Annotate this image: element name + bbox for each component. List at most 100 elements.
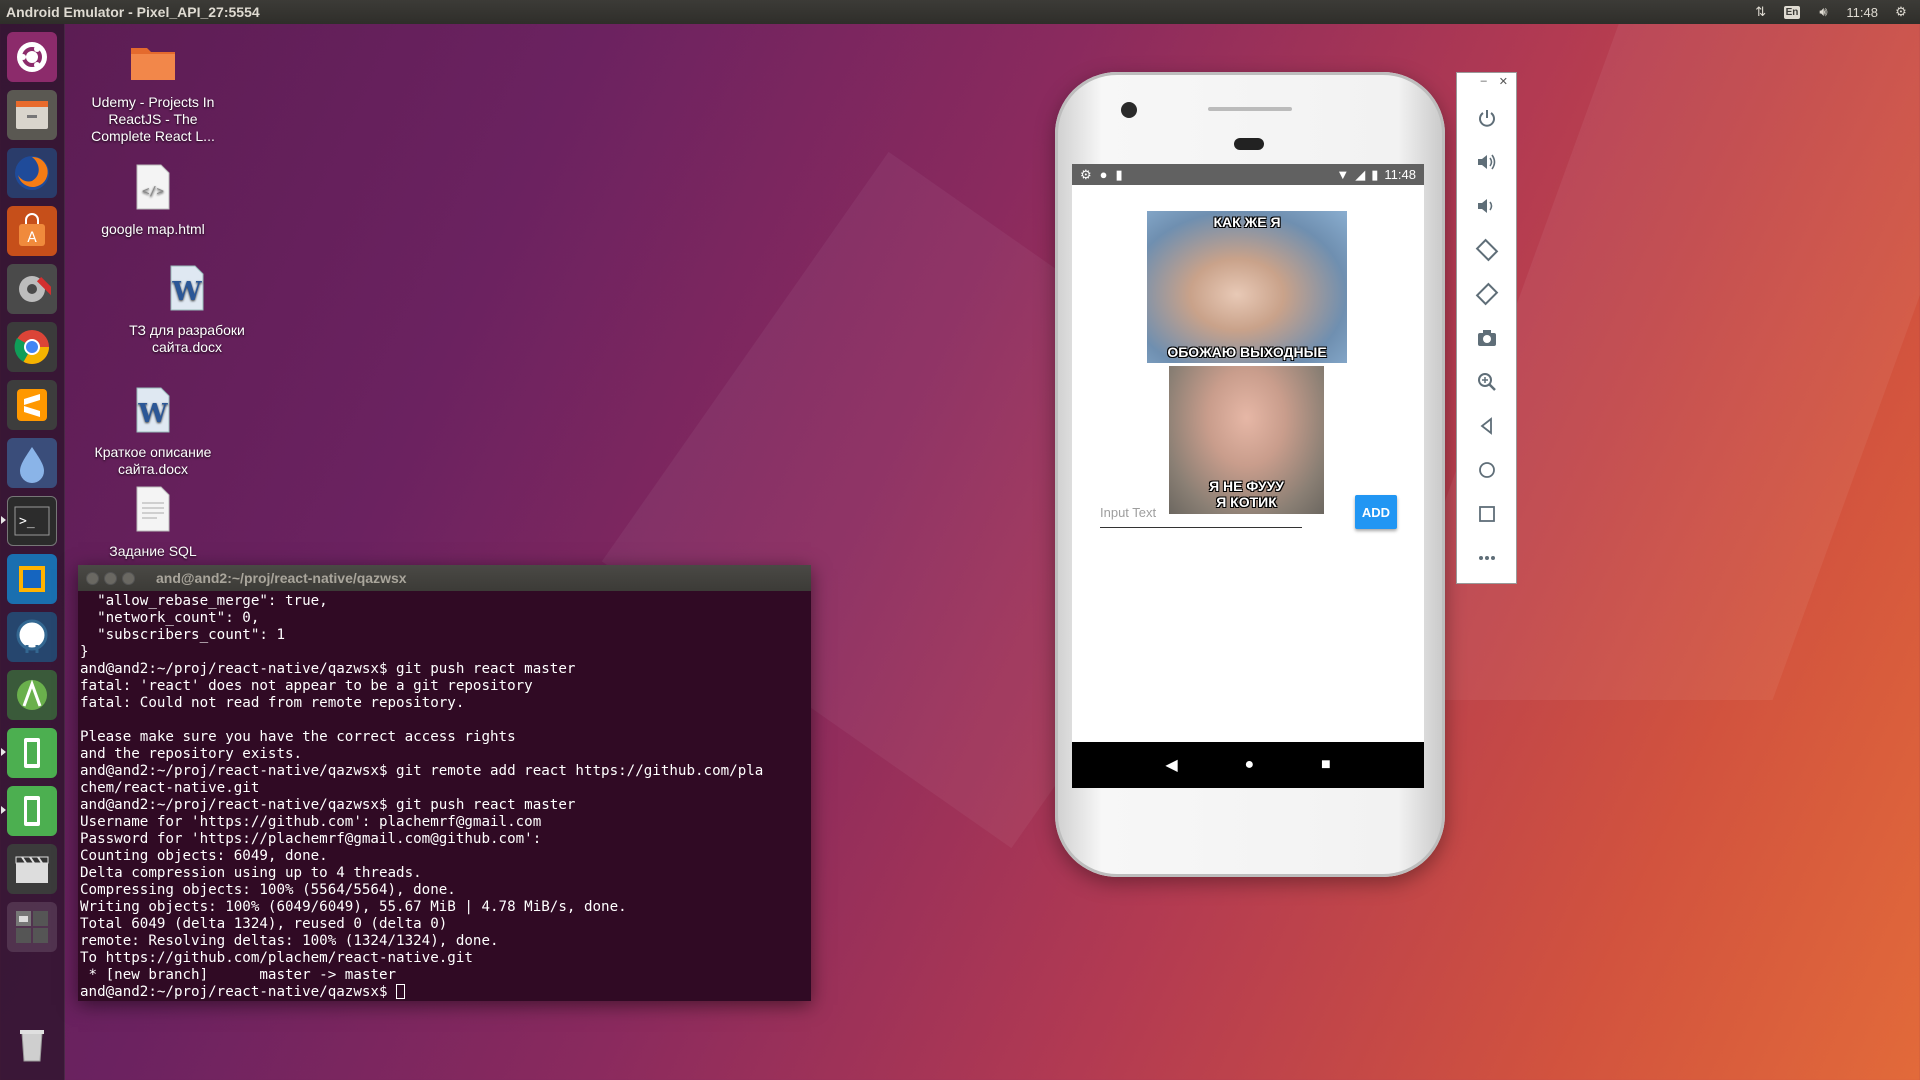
desktop-icon-sql-task[interactable]: Задание SQL xyxy=(88,485,218,560)
dash-home-button[interactable] xyxy=(7,32,57,82)
volume-up-icon xyxy=(1477,154,1495,170)
circle-notification-icon: ● xyxy=(1099,167,1108,182)
trash-launcher-button[interactable] xyxy=(7,1020,57,1070)
desktop-icon-label: google map.html xyxy=(101,221,205,237)
sublime-text-icon xyxy=(17,389,47,421)
maximize-window-button[interactable] xyxy=(122,571,135,585)
running-indicator xyxy=(1,806,6,814)
software-center-launcher-button[interactable]: A xyxy=(7,206,57,256)
firefox-launcher-button[interactable] xyxy=(7,148,57,198)
desktop-icon-udemy-folder[interactable]: Udemy - Projects In ReactJS - The Comple… xyxy=(88,40,218,145)
clock[interactable]: 11:48 xyxy=(1846,5,1878,20)
nav-back-icon[interactable]: ◀ xyxy=(1165,755,1177,775)
terminal-cursor xyxy=(396,984,406,999)
close-window-button[interactable] xyxy=(86,571,99,585)
terminal-line: Password for 'https://plachemrf@gmail.co… xyxy=(80,831,542,847)
settings-gear-icon[interactable]: ⚙ xyxy=(1892,3,1910,21)
volume-down-button[interactable] xyxy=(1457,191,1516,221)
terminal-launcher-button[interactable]: >_ xyxy=(7,496,57,546)
drop-app-launcher-button[interactable] xyxy=(7,438,57,488)
desktop-icon-google-map[interactable]: </> google map.html xyxy=(88,163,218,238)
terminal-line: and@and2:~/proj/react-native/qazwsx$ git… xyxy=(80,661,576,677)
virtualbox-launcher-button[interactable] xyxy=(7,554,57,604)
system-tray: ⇅ En 🔊︎ 11:48 ⚙ xyxy=(1752,3,1920,21)
android-status-bar: ⚙ ● ▮ ▼ ◢ ▮ 11:48 xyxy=(1072,164,1424,185)
terminal-line: } xyxy=(80,644,89,660)
home-button[interactable] xyxy=(1457,455,1516,485)
terminal-line: and@and2:~/proj/react-native/qazwsx$ git… xyxy=(80,763,764,779)
terminal-output[interactable]: "allow_rebase_merge": true, "network_cou… xyxy=(78,591,811,1001)
settings-notification-icon: ⚙ xyxy=(1080,166,1092,182)
shopping-bag-icon: A xyxy=(19,213,45,246)
add-button[interactable]: ADD xyxy=(1355,495,1397,529)
network-arrows-icon[interactable]: ⇅ xyxy=(1752,3,1770,21)
zoom-button[interactable] xyxy=(1457,367,1516,397)
word-doc-icon: W xyxy=(136,387,170,433)
terminal-window[interactable]: and@and2:~/proj/react-native/qazwsx "all… xyxy=(78,565,811,1001)
close-icon[interactable]: ✕ xyxy=(1499,75,1508,93)
window-title: Android Emulator - Pixel_API_27:5554 xyxy=(6,4,260,20)
more-button[interactable] xyxy=(1457,543,1516,573)
back-button[interactable] xyxy=(1457,411,1516,441)
terminal-titlebar[interactable]: and@and2:~/proj/react-native/qazwsx xyxy=(78,565,811,591)
chrome-launcher-button[interactable] xyxy=(7,322,57,372)
rotate-right-button[interactable] xyxy=(1457,279,1516,309)
emulator-launcher-button-2[interactable] xyxy=(7,786,57,836)
terminal-line: "subscribers_count": 1 xyxy=(80,627,285,643)
top-panel: Android Emulator - Pixel_API_27:5554 ⇅ E… xyxy=(0,0,1920,24)
virtualbox-icon xyxy=(19,566,45,592)
system-settings-launcher-button[interactable] xyxy=(7,264,57,314)
terminal-line: and the repository exists. xyxy=(80,746,303,762)
camera-icon xyxy=(1477,330,1496,346)
text-file-icon xyxy=(136,486,170,532)
terminal-line: Compressing objects: 100% (5564/5564), d… xyxy=(80,882,456,898)
workspace-switcher-button[interactable] xyxy=(7,902,57,952)
volume-up-button[interactable] xyxy=(1457,147,1516,177)
minimize-window-button[interactable] xyxy=(104,571,117,585)
text-input[interactable] xyxy=(1100,505,1302,520)
nav-home-icon[interactable]: ● xyxy=(1244,756,1254,774)
desktop-icon-site-description[interactable]: W Краткое описание сайта.docx xyxy=(88,386,218,478)
svg-text:W: W xyxy=(137,399,168,429)
terminal-line: "network_count": 0, xyxy=(80,610,260,626)
android-studio-launcher-button[interactable] xyxy=(7,670,57,720)
terminal-line: fatal: 'react' does not appear to be a g… xyxy=(80,678,533,694)
battery-icon: ▮ xyxy=(1371,166,1379,182)
desktop-icon-label: ТЗ для разрабоки сайта.docx xyxy=(129,322,245,355)
volume-down-icon xyxy=(1477,199,1492,213)
terminal-prompt-line[interactable]: and@and2:~/proj/react-native/qazwsx$ xyxy=(80,984,809,1001)
settings-wrench-icon xyxy=(19,276,51,302)
terminal-line: fatal: Could not read from remote reposi… xyxy=(80,695,465,711)
speaker-grille xyxy=(1208,107,1292,111)
status-time: 11:48 xyxy=(1384,167,1416,182)
overview-button[interactable] xyxy=(1457,499,1516,529)
running-indicator xyxy=(1,516,6,524)
desktop-icon-tz-docx[interactable]: W ТЗ для разрабоки сайта.docx xyxy=(122,264,252,356)
terminal-line: Writing objects: 100% (6049/6049), 55.67… xyxy=(80,899,627,915)
files-launcher-button[interactable] xyxy=(7,90,57,140)
text-input-field[interactable] xyxy=(1100,499,1302,528)
pgadmin-launcher-button[interactable] xyxy=(7,612,57,662)
keyboard-layout-indicator[interactable]: En xyxy=(1783,5,1801,19)
video-editor-launcher-button[interactable] xyxy=(7,844,57,894)
emulator-launcher-button-1[interactable] xyxy=(7,728,57,778)
terminal-line: To https://github.com/plachem/react-nati… xyxy=(80,950,473,966)
android-device-frame: ⚙ ● ▮ ▼ ◢ ▮ 11:48 КАК ЖЕ Я ОБОЖАЮ ВЫХОДН… xyxy=(1055,72,1445,877)
svg-text:>_: >_ xyxy=(19,514,35,529)
terminal-line: and@and2:~/proj/react-native/qazwsx$ git… xyxy=(80,797,576,813)
terminal-icon: >_ xyxy=(14,506,50,536)
power-button[interactable] xyxy=(1457,103,1516,133)
postgres-elephant-icon xyxy=(16,619,48,653)
meme-top-caption: КАК ЖЕ Я xyxy=(1213,214,1281,230)
minimize-icon[interactable]: – xyxy=(1481,75,1487,93)
screenshot-button[interactable] xyxy=(1457,323,1516,353)
back-icon xyxy=(1480,417,1492,435)
rotate-left-button[interactable] xyxy=(1457,235,1516,265)
clapperboard-icon xyxy=(15,856,49,883)
svg-text:A: A xyxy=(27,230,37,246)
volume-icon[interactable]: 🔊︎ xyxy=(1814,3,1832,21)
ubuntu-logo-icon xyxy=(17,42,47,72)
device-screen[interactable]: ⚙ ● ▮ ▼ ◢ ▮ 11:48 КАК ЖЕ Я ОБОЖАЮ ВЫХОДН… xyxy=(1072,164,1424,788)
nav-recents-icon[interactable]: ■ xyxy=(1321,756,1331,774)
sublime-text-launcher-button[interactable] xyxy=(7,380,57,430)
